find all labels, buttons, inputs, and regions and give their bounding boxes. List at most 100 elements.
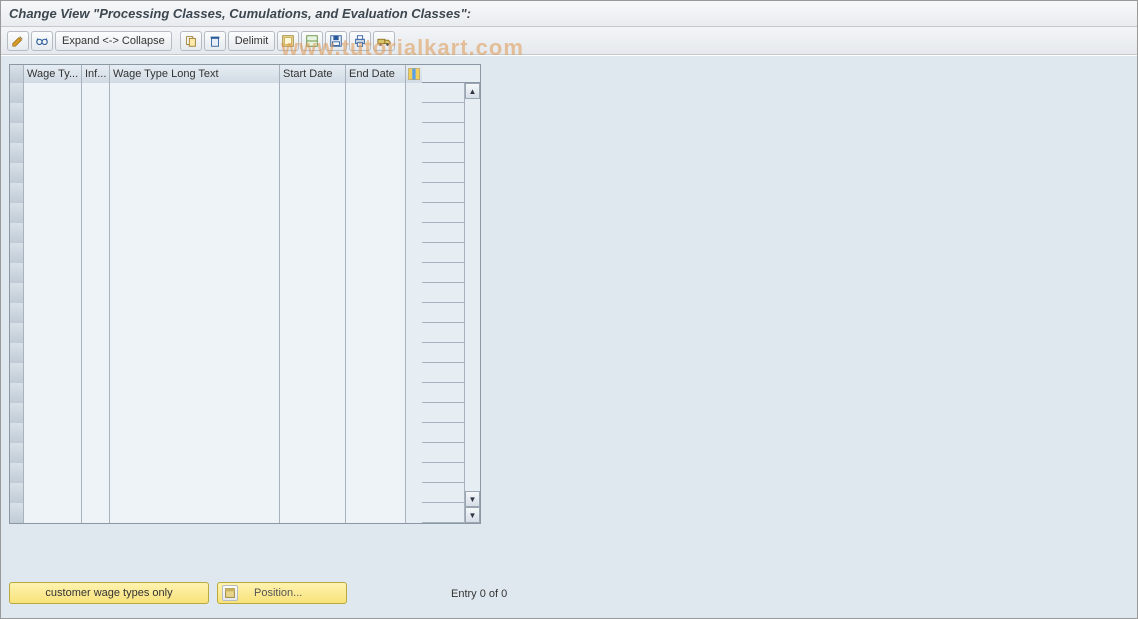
- row-selector[interactable]: [10, 123, 24, 143]
- cell-wage-type[interactable]: [24, 423, 82, 443]
- cell-wage-type[interactable]: [24, 303, 82, 323]
- cell-end-date[interactable]: [346, 303, 406, 323]
- delimit-button[interactable]: Delimit: [228, 31, 276, 51]
- cell-long-text[interactable]: [110, 383, 280, 403]
- cell-wage-type[interactable]: [24, 343, 82, 363]
- transport-button[interactable]: [373, 31, 395, 51]
- cell-long-text[interactable]: [110, 323, 280, 343]
- scrollbar-track[interactable]: [465, 99, 480, 491]
- cell-wage-type[interactable]: [24, 203, 82, 223]
- table-row[interactable]: [10, 163, 480, 183]
- select-all-button[interactable]: [277, 31, 299, 51]
- cell-wage-type[interactable]: [24, 143, 82, 163]
- cell-end-date[interactable]: [346, 503, 406, 523]
- cell-inf[interactable]: [82, 283, 110, 303]
- cell-inf[interactable]: [82, 423, 110, 443]
- row-selector[interactable]: [10, 503, 24, 523]
- row-selector[interactable]: [10, 103, 24, 123]
- cell-wage-type[interactable]: [24, 183, 82, 203]
- configure-columns-button[interactable]: [406, 65, 422, 83]
- cell-end-date[interactable]: [346, 363, 406, 383]
- cell-end-date[interactable]: [346, 83, 406, 103]
- row-selector[interactable]: [10, 303, 24, 323]
- cell-start-date[interactable]: [280, 463, 346, 483]
- cell-wage-type[interactable]: [24, 443, 82, 463]
- col-header-start-date[interactable]: Start Date: [280, 65, 346, 83]
- cell-inf[interactable]: [82, 143, 110, 163]
- cell-wage-type[interactable]: [24, 163, 82, 183]
- cell-wage-type[interactable]: [24, 503, 82, 523]
- cell-inf[interactable]: [82, 303, 110, 323]
- cell-end-date[interactable]: [346, 463, 406, 483]
- cell-start-date[interactable]: [280, 183, 346, 203]
- cell-long-text[interactable]: [110, 503, 280, 523]
- table-row[interactable]: [10, 443, 480, 463]
- row-selector[interactable]: [10, 423, 24, 443]
- scroll-up-button[interactable]: ▲: [465, 83, 480, 99]
- table-row[interactable]: [10, 223, 480, 243]
- cell-start-date[interactable]: [280, 443, 346, 463]
- cell-end-date[interactable]: [346, 403, 406, 423]
- cell-end-date[interactable]: [346, 143, 406, 163]
- cell-inf[interactable]: [82, 443, 110, 463]
- cell-wage-type[interactable]: [24, 483, 82, 503]
- table-row[interactable]: [10, 123, 480, 143]
- cell-long-text[interactable]: [110, 103, 280, 123]
- cell-wage-type[interactable]: [24, 363, 82, 383]
- table-row[interactable]: [10, 203, 480, 223]
- cell-wage-type[interactable]: [24, 383, 82, 403]
- delete-button[interactable]: [204, 31, 226, 51]
- row-selector[interactable]: [10, 323, 24, 343]
- cell-start-date[interactable]: [280, 323, 346, 343]
- row-selector[interactable]: [10, 283, 24, 303]
- cell-start-date[interactable]: [280, 343, 346, 363]
- copy-button[interactable]: [180, 31, 202, 51]
- table-row[interactable]: [10, 463, 480, 483]
- cell-inf[interactable]: [82, 483, 110, 503]
- cell-long-text[interactable]: [110, 263, 280, 283]
- scroll-down-button[interactable]: ▼: [465, 491, 480, 507]
- cell-inf[interactable]: [82, 403, 110, 423]
- cell-long-text[interactable]: [110, 243, 280, 263]
- cell-start-date[interactable]: [280, 123, 346, 143]
- col-header-long-text[interactable]: Wage Type Long Text: [110, 65, 280, 83]
- cell-start-date[interactable]: [280, 363, 346, 383]
- cell-wage-type[interactable]: [24, 103, 82, 123]
- cell-long-text[interactable]: [110, 463, 280, 483]
- col-header-end-date[interactable]: End Date: [346, 65, 406, 83]
- cell-long-text[interactable]: [110, 123, 280, 143]
- table-row[interactable]: [10, 283, 480, 303]
- cell-long-text[interactable]: [110, 363, 280, 383]
- cell-inf[interactable]: [82, 243, 110, 263]
- cell-inf[interactable]: [82, 343, 110, 363]
- table-row[interactable]: [10, 483, 480, 503]
- row-selector[interactable]: [10, 163, 24, 183]
- row-selector[interactable]: [10, 343, 24, 363]
- row-selector[interactable]: [10, 223, 24, 243]
- cell-end-date[interactable]: [346, 243, 406, 263]
- cell-inf[interactable]: [82, 223, 110, 243]
- cell-start-date[interactable]: [280, 503, 346, 523]
- cell-long-text[interactable]: [110, 443, 280, 463]
- row-selector[interactable]: [10, 363, 24, 383]
- table-row[interactable]: [10, 303, 480, 323]
- cell-inf[interactable]: [82, 163, 110, 183]
- cell-end-date[interactable]: [346, 263, 406, 283]
- cell-end-date[interactable]: [346, 103, 406, 123]
- cell-end-date[interactable]: [346, 283, 406, 303]
- row-selector[interactable]: [10, 83, 24, 103]
- cell-inf[interactable]: [82, 503, 110, 523]
- cell-start-date[interactable]: [280, 163, 346, 183]
- cell-inf[interactable]: [82, 463, 110, 483]
- cell-start-date[interactable]: [280, 263, 346, 283]
- cell-inf[interactable]: [82, 203, 110, 223]
- expand-collapse-button[interactable]: Expand <-> Collapse: [55, 31, 172, 51]
- table-row[interactable]: [10, 183, 480, 203]
- table-row[interactable]: [10, 323, 480, 343]
- cell-long-text[interactable]: [110, 423, 280, 443]
- cell-wage-type[interactable]: [24, 323, 82, 343]
- cell-wage-type[interactable]: [24, 83, 82, 103]
- position-button[interactable]: Position...: [217, 582, 347, 604]
- cell-end-date[interactable]: [346, 203, 406, 223]
- cell-inf[interactable]: [82, 123, 110, 143]
